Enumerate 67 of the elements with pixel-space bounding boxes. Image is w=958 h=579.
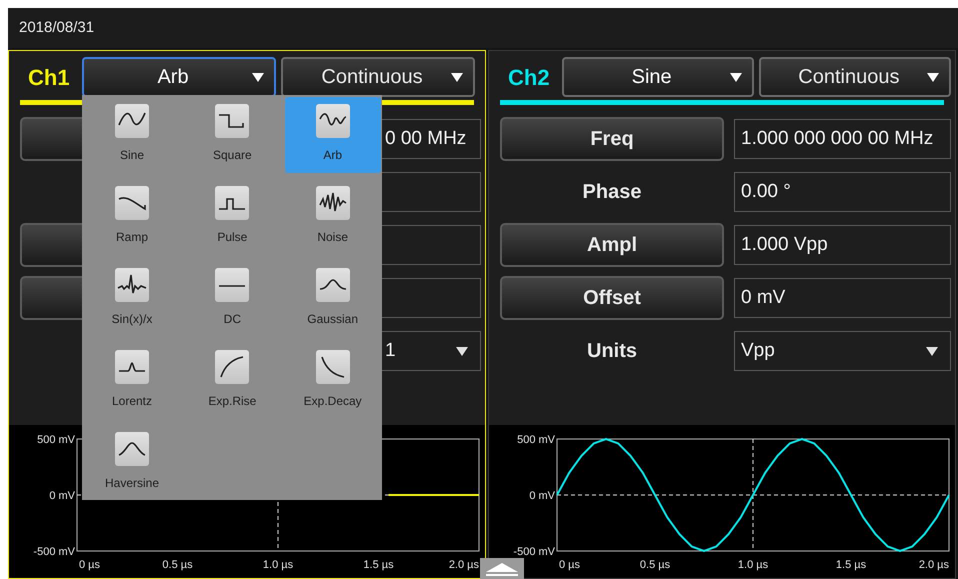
up-arrow-icon xyxy=(484,562,520,576)
caret-down-icon xyxy=(451,72,463,82)
waveform-icon xyxy=(115,104,149,138)
waveform-option[interactable]: Square xyxy=(184,97,280,173)
value-field[interactable]: 0.00 ° xyxy=(734,172,951,212)
waveform-icon xyxy=(215,350,250,384)
axis-tick-label: 0 mV xyxy=(49,490,75,502)
waveform-option[interactable]: Sine xyxy=(84,97,180,173)
axis-tick-label: 0.5 µs xyxy=(162,559,193,571)
waveform-dropdown[interactable]: Arb xyxy=(82,57,276,97)
units-dropdown[interactable]: Vpp xyxy=(734,331,951,371)
parameter-button[interactable]: Freq xyxy=(500,117,724,161)
axis-tick-label: 1.5 µs xyxy=(363,559,394,571)
parameter-button[interactable]: Ampl xyxy=(500,223,724,267)
waveform-icon xyxy=(316,268,350,302)
waveform-icon xyxy=(115,268,149,302)
waveform-icon xyxy=(316,104,350,138)
caret-down-icon xyxy=(252,72,264,82)
waveform-option[interactable]: Lorentz xyxy=(84,343,180,419)
axis-tick-label: 1.0 µs xyxy=(262,559,294,571)
axis-tick-label: 500 mV xyxy=(517,434,555,446)
axis-tick-label: 0.5 µs xyxy=(640,559,670,571)
channel-label: Ch2 xyxy=(507,64,551,92)
caret-down-icon xyxy=(456,346,468,356)
waveform-icon xyxy=(215,104,250,138)
waveform-option[interactable]: Ramp xyxy=(84,179,180,255)
waveform-option[interactable]: Exp.Decay xyxy=(284,343,381,419)
axis-tick-label: 2.0 µs xyxy=(918,559,949,571)
mode-dropdown[interactable]: Continuous xyxy=(281,57,475,97)
waveform-option[interactable]: DC xyxy=(184,261,280,337)
waveform-dropdown[interactable]: Sine xyxy=(562,57,754,97)
axis-tick-label: 1.5 µs xyxy=(836,559,866,571)
waveform-icon xyxy=(215,268,250,302)
caret-down-icon xyxy=(730,72,742,82)
waveform-icon xyxy=(115,186,149,220)
expand-tab[interactable] xyxy=(480,558,524,579)
waveform-icon xyxy=(115,432,149,466)
parameter-label: Units xyxy=(586,339,638,364)
value-field[interactable]: 0 mV xyxy=(734,278,951,318)
axis-tick-label: 0 µs xyxy=(79,559,100,571)
parameter-label: Phase xyxy=(582,180,642,205)
waveform-icon xyxy=(316,186,350,220)
waveform-option[interactable]: Pulse xyxy=(184,179,280,255)
channel-label: Ch1 xyxy=(27,64,71,92)
axis-tick-label: 500 mV xyxy=(37,434,75,446)
waveform-icon xyxy=(215,186,250,220)
waveform-option[interactable]: Exp.Rise xyxy=(184,343,280,419)
waveform-option[interactable]: Sin(x)/x xyxy=(84,261,180,337)
parameter-button[interactable]: Offset xyxy=(500,276,724,320)
value-field[interactable]: 1.000 000 000 00 MHz xyxy=(734,119,951,159)
mode-dropdown[interactable]: Continuous xyxy=(758,57,951,97)
waveform-icon xyxy=(115,350,149,384)
caret-down-icon xyxy=(926,346,938,356)
axis-tick-label: 2.0 µs xyxy=(448,559,479,571)
waveform-option[interactable]: Gaussian xyxy=(284,261,381,337)
waveform-option[interactable]: Arb xyxy=(284,97,381,173)
caret-down-icon xyxy=(927,72,939,82)
waveform-icon xyxy=(316,350,350,384)
axis-tick-label: 0 µs xyxy=(559,559,580,571)
value-field[interactable]: 1.000 Vpp xyxy=(734,225,951,265)
axis-tick-label: -500 mV xyxy=(513,546,555,558)
waveform-option[interactable]: Noise xyxy=(284,179,381,255)
axis-tick-label: 0 mV xyxy=(529,490,555,502)
waveform-option[interactable]: Haversine xyxy=(84,425,180,501)
axis-tick-label: 1.0 µs xyxy=(738,559,768,571)
date-text: 2018/08/31 xyxy=(19,18,94,38)
axis-tick-label: -500 mV xyxy=(33,546,75,558)
